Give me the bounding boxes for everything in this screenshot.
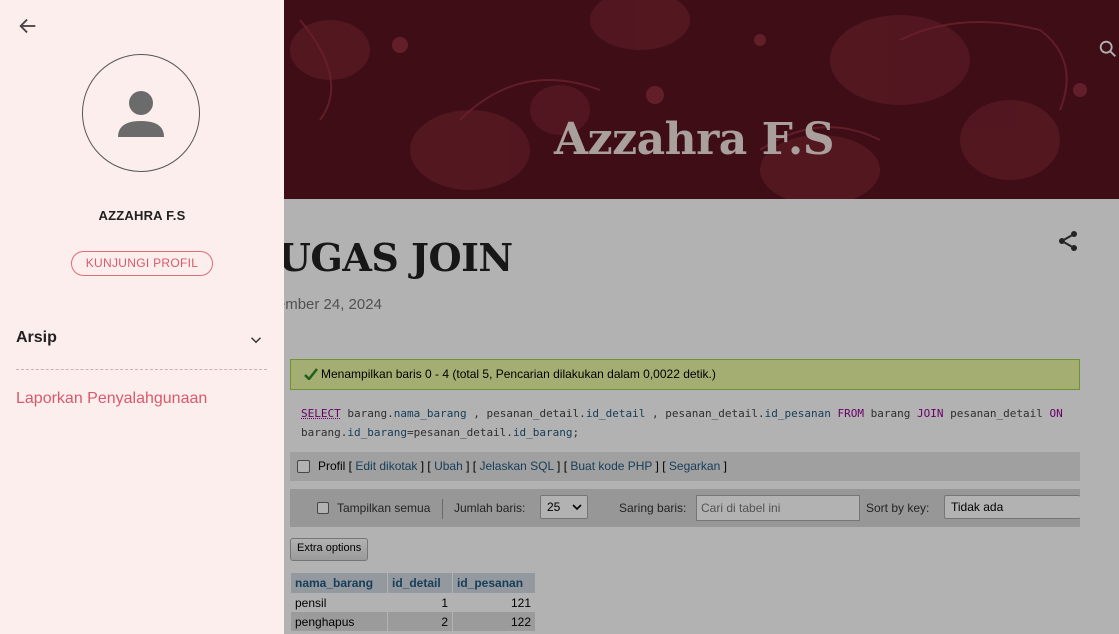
back-arrow-icon[interactable] [17,15,39,37]
report-abuse-link[interactable]: Laporkan Penyalahgunaan [16,390,207,408]
person-icon [118,91,164,137]
chevron-down-icon[interactable] [247,331,265,349]
divider [16,369,267,370]
avatar[interactable] [82,54,200,172]
archive-heading[interactable]: Arsip [16,329,57,347]
visit-profile-button[interactable]: KUNJUNGI PROFIL [71,251,213,276]
profile-name: AZZAHRA F.S [98,208,186,223]
side-drawer: AZZAHRA F.S KUNJUNGI PROFIL Arsip Lapork… [0,0,284,634]
